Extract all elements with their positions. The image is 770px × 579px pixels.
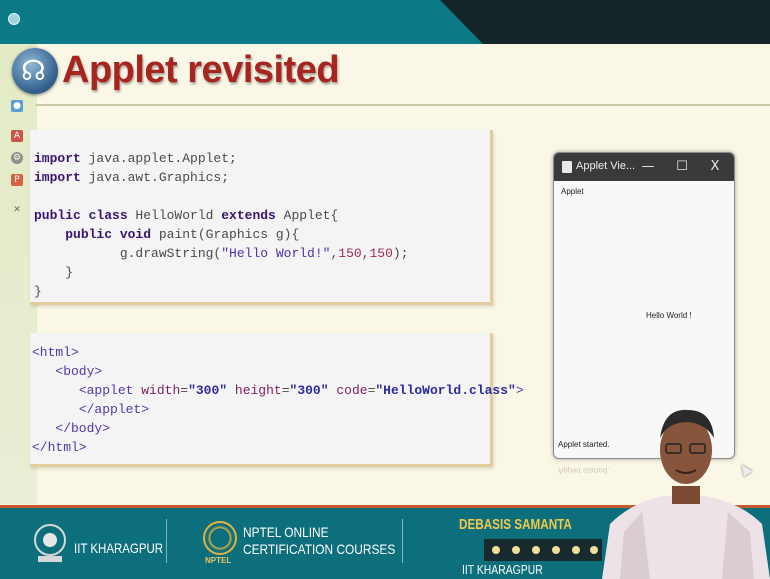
institute-name: IIT KHARAGPUR bbox=[74, 540, 164, 556]
code-token: java.awt.Graphics; bbox=[80, 170, 230, 185]
program-line-1: NPTEL ONLINE bbox=[243, 524, 329, 540]
code-token: Applet{ bbox=[275, 208, 339, 223]
applet-menu[interactable]: Applet bbox=[561, 187, 584, 196]
film-strip-decoration bbox=[484, 539, 602, 561]
code-token: import bbox=[34, 151, 81, 166]
code-token: code bbox=[336, 383, 368, 398]
code-token: "HelloWorld.class" bbox=[375, 383, 516, 398]
java-code-line: public void paint(Graphics g){ bbox=[34, 225, 409, 244]
nptel-logo-icon bbox=[203, 521, 237, 555]
code-token: g.drawString( bbox=[34, 246, 222, 261]
code-token: "300" bbox=[289, 383, 329, 398]
presenter-institute: IIT KHARAGPUR bbox=[462, 562, 543, 577]
slide-logo: ☊ bbox=[12, 48, 58, 94]
java-code-line: public class HelloWorld extends Applet{ bbox=[34, 206, 409, 225]
code-token: </applet> bbox=[78, 402, 150, 417]
code-token: </body> bbox=[55, 421, 111, 436]
powerpoint-icon[interactable]: P bbox=[11, 174, 23, 186]
logo-glyph-icon: ☊ bbox=[21, 54, 46, 87]
html-code: <html> <body> <applet width="300" height… bbox=[32, 343, 524, 457]
code-token: extends bbox=[221, 208, 276, 223]
java-icon bbox=[562, 161, 572, 173]
java-code-line: } bbox=[34, 263, 409, 282]
code-token: height bbox=[234, 383, 282, 398]
presenter-video bbox=[602, 409, 770, 579]
html-code-line: </body> bbox=[32, 419, 524, 438]
code-token: } bbox=[34, 284, 42, 299]
code-token: public class bbox=[34, 208, 128, 223]
close-icon[interactable]: ✕ bbox=[11, 204, 23, 216]
html-code-line: </applet> bbox=[32, 400, 524, 419]
window-titlebar[interactable]: Applet Vie... — ☐ X bbox=[554, 153, 734, 181]
code-token: public void bbox=[65, 227, 152, 242]
html-code-line: <html> bbox=[32, 343, 524, 362]
title-divider bbox=[36, 104, 770, 106]
code-token: <applet bbox=[78, 383, 142, 398]
presenter-name: DEBASIS SAMANTA bbox=[459, 516, 572, 533]
applet-output-text: Hello World ! bbox=[646, 311, 692, 320]
top-bar-dark-band bbox=[440, 0, 770, 44]
iit-emblem-icon bbox=[34, 524, 66, 562]
app-icon[interactable] bbox=[8, 13, 20, 25]
code-token: width bbox=[141, 383, 181, 398]
java-code-box: import java.applet.Applet; import java.aw… bbox=[30, 130, 493, 305]
java-code-line bbox=[34, 187, 409, 206]
java-code-line: import java.awt.Graphics; bbox=[34, 168, 409, 187]
code-token: 150 bbox=[338, 246, 362, 261]
java-code-line: import java.applet.Applet; bbox=[34, 149, 409, 168]
settings-icon[interactable]: ⚙ bbox=[11, 152, 23, 164]
program-line-2: CERTIFICATION COURSES bbox=[243, 541, 396, 557]
chrome-icon[interactable]: ● bbox=[11, 100, 23, 112]
code-token: = bbox=[281, 383, 290, 398]
html-code-box: <html> <body> <applet width="300" height… bbox=[30, 333, 524, 467]
code-token: 150 bbox=[369, 246, 393, 261]
html-code-line: <applet width="300" height="300" code="H… bbox=[32, 381, 524, 400]
code-token: > bbox=[515, 383, 524, 398]
code-token: java.applet.Applet; bbox=[80, 151, 237, 166]
maximize-button[interactable]: ☐ bbox=[671, 157, 693, 177]
top-bar bbox=[0, 0, 770, 44]
program-name: NPTEL ONLINE CERTIFICATION COURSES bbox=[243, 524, 395, 558]
close-button[interactable]: X bbox=[704, 157, 726, 177]
pdf-icon[interactable]: A bbox=[11, 130, 23, 142]
code-token: import bbox=[34, 170, 81, 185]
nptel-logo-caption: NPTEL bbox=[205, 556, 232, 565]
java-code-line: } bbox=[34, 282, 409, 301]
code-token: </html> bbox=[32, 440, 87, 455]
code-token: } bbox=[34, 265, 74, 280]
code-token: <body> bbox=[55, 364, 103, 379]
code-token: = bbox=[180, 383, 189, 398]
code-token: "Hello World!" bbox=[221, 246, 331, 261]
code-token: ); bbox=[392, 246, 409, 261]
code-token: HelloWorld bbox=[127, 208, 222, 223]
footer-divider bbox=[166, 519, 167, 563]
java-code: import java.applet.Applet; import java.aw… bbox=[34, 149, 409, 301]
minimize-button[interactable]: — bbox=[637, 157, 659, 177]
html-code-line: <body> bbox=[32, 362, 524, 381]
code-token: <html> bbox=[32, 345, 79, 360]
slide-title: Applet revisited bbox=[62, 49, 340, 91]
java-code-line: g.drawString("Hello World!",150,150); bbox=[34, 244, 409, 263]
code-token: paint(Graphics g){ bbox=[151, 227, 300, 242]
window-title: Applet Vie... bbox=[576, 160, 636, 172]
html-code-line: </html> bbox=[32, 438, 524, 457]
footer-divider bbox=[402, 519, 403, 563]
code-token: "300" bbox=[188, 383, 228, 398]
